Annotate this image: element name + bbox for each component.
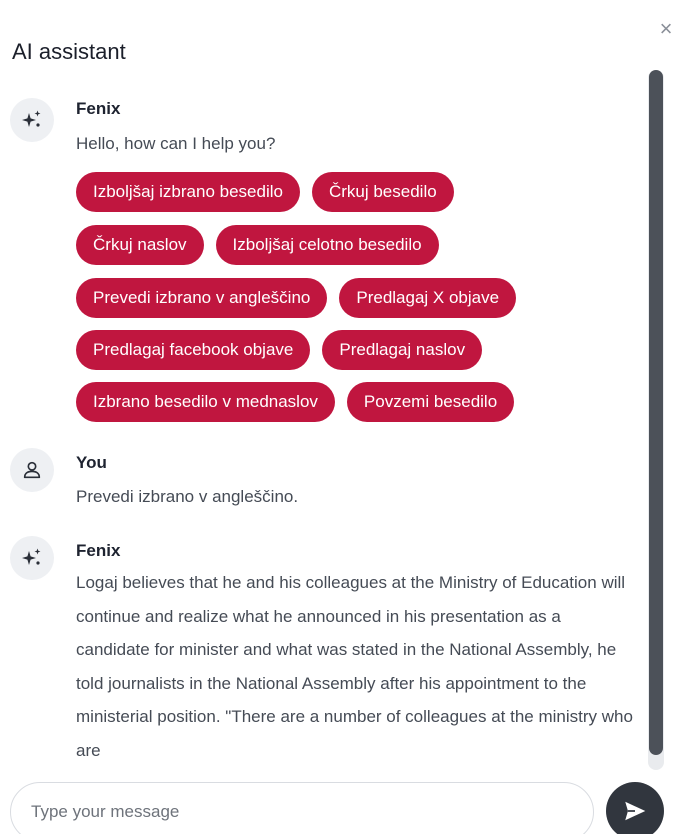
quick-action-suggest-facebook-posts[interactable]: Predlagaj facebook objave	[76, 330, 311, 370]
ai-assistant-panel: AI assistant × Fenix Hello, how can I he…	[0, 0, 674, 834]
message-composer	[10, 782, 594, 834]
quick-action-selected-to-subheading[interactable]: Izbrano besedilo v mednaslov	[76, 382, 335, 422]
close-icon[interactable]: ×	[655, 16, 674, 42]
user-avatar	[10, 448, 54, 492]
quick-action-spellcheck-text[interactable]: Črkuj besedilo	[311, 172, 454, 212]
quick-actions-row: Predlagaj facebook objave Predlagaj nasl…	[76, 330, 483, 370]
assistant-avatar	[10, 536, 54, 580]
scrollbar-thumb[interactable]	[649, 70, 663, 755]
message-author: Fenix	[76, 99, 121, 118]
quick-action-suggest-title[interactable]: Predlagaj naslov	[322, 330, 483, 370]
quick-action-improve-selected[interactable]: Izboljšaj izbrano besedilo	[76, 172, 300, 212]
panel-title: AI assistant	[12, 39, 126, 64]
message-input[interactable]	[29, 797, 573, 827]
quick-actions-row: Izboljšaj izbrano besedilo Črkuj besedil…	[76, 172, 454, 212]
message-author: You	[76, 453, 107, 472]
message-text: Logaj believes that he and his colleague…	[76, 573, 633, 760]
user-icon	[23, 461, 41, 479]
quick-action-spellcheck-title[interactable]: Črkuj naslov	[76, 225, 204, 265]
quick-actions-row: Prevedi izbrano v angleščino Predlagaj X…	[76, 278, 517, 318]
message-author: Fenix	[76, 541, 121, 560]
send-button[interactable]	[606, 782, 664, 834]
quick-action-improve-all[interactable]: Izboljšaj celotno besedilo	[215, 225, 439, 265]
quick-actions-row: Črkuj naslov Izboljšaj celotno besedilo	[76, 225, 439, 265]
sparkle-icon	[22, 548, 41, 565]
sparkle-icon	[22, 110, 41, 127]
message-text: Prevedi izbrano v angleščino.	[76, 487, 299, 506]
quick-action-suggest-x-posts[interactable]: Predlagaj X objave	[339, 278, 517, 318]
assistant-avatar	[10, 98, 54, 142]
message-list[interactable]: Fenix Hello, how can I help you? Izboljš…	[0, 82, 640, 770]
message-text: Hello, how can I help you?	[76, 134, 276, 153]
quick-actions-row: Izbrano besedilo v mednaslov Povzemi bes…	[76, 382, 515, 422]
quick-action-summarize[interactable]: Povzemi besedilo	[346, 382, 515, 422]
quick-action-translate-english[interactable]: Prevedi izbrano v angleščino	[76, 278, 328, 318]
send-icon	[625, 801, 646, 821]
